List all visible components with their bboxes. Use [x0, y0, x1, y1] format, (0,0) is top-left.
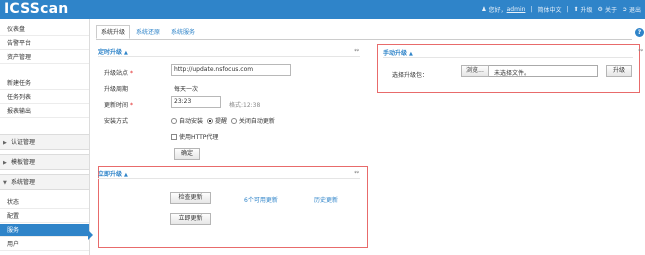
sidebar-item-alerts[interactable]: 告警平台 — [0, 37, 89, 50]
sidebar-item-config[interactable]: 配置 — [0, 210, 89, 223]
sidebar-item-service[interactable]: 服务 — [0, 224, 89, 237]
sidebar-group-system[interactable]: ▼ 系统管理 — [0, 174, 89, 190]
immediate-upgrade-title[interactable]: 立即升级 ▲ — [98, 169, 128, 178]
cycle-value: 每天一次 — [174, 86, 199, 93]
pin-icon[interactable]: ↭ — [354, 47, 359, 54]
about-link[interactable]: 关于 — [605, 5, 617, 14]
username-link[interactable]: admin — [507, 6, 526, 13]
separator: | — [530, 6, 533, 13]
user-icon: ♟ — [481, 6, 487, 13]
sidebar-group-templates[interactable]: ▶ 模板管理 — [0, 154, 89, 170]
app-logo: ICSScan — [4, 1, 69, 17]
tab-system-service[interactable]: 系统服务 — [166, 25, 200, 39]
top-menu: ♟ 您好， admin | 简体中文 | ⬆ 升级 ⚙ 关于 ➲ 退出 — [481, 5, 641, 14]
radio-auto-install[interactable] — [171, 118, 177, 124]
proxy-checkbox[interactable] — [171, 134, 177, 140]
about-icon: ⚙ — [597, 6, 603, 13]
sidebar-item-status[interactable]: 状态 — [0, 196, 89, 209]
method-label: 安装方式 — [104, 118, 129, 125]
sidebar-group-label: 认证管理 — [11, 139, 36, 146]
immediate-upgrade-label: 立即升级 — [98, 171, 123, 178]
confirm-button[interactable]: 确定 — [174, 148, 200, 160]
tab-divider — [96, 39, 632, 40]
upgrade-link[interactable]: 升级 — [581, 5, 593, 14]
no-file-text: 未选择文件。 — [494, 70, 531, 77]
help-icon[interactable]: ? — [635, 28, 644, 37]
chevron-right-icon: ▶ — [3, 160, 7, 166]
time-input[interactable]: 23:23 — [171, 96, 221, 108]
upgrade-button[interactable]: 升级 — [606, 65, 632, 77]
chevron-down-icon: ▼ — [3, 180, 7, 186]
radio-remind-label: 提醒 — [214, 118, 227, 125]
sidebar-group-label: 模板管理 — [11, 159, 36, 166]
tab-system-upgrade[interactable]: 系统升级 — [96, 25, 131, 39]
sidebar-item-assets[interactable]: 资产管理 — [0, 51, 89, 64]
time-label: 更新时间 * — [104, 102, 134, 109]
main-content: 系统升级 系统还原 系统服务 ? 定时升级 ▲ ↭ 升级站点 * http://up… — [92, 19, 645, 255]
logout-icon: ➲ — [621, 6, 627, 13]
top-bar: ICSScan ♟ 您好， admin | 简体中文 | ⬆ 升级 ⚙ 关于 ➲… — [0, 0, 645, 19]
browse-button[interactable]: 浏览... — [461, 65, 489, 77]
sidebar-group-label: 系统管理 — [11, 179, 36, 186]
language-selector[interactable]: 简体中文 — [537, 5, 561, 14]
proxy-option: 使用HTTP代理 — [171, 132, 218, 141]
radio-auto-install-label: 自动安装 — [179, 118, 204, 125]
sidebar-item-task-list[interactable]: 任务列表 — [0, 91, 89, 104]
time-format-hint: 格式:12:38 — [229, 102, 261, 109]
scheduled-upgrade-label: 定时升级 — [98, 49, 123, 56]
manual-upgrade-label: 手动升级 — [383, 50, 408, 57]
sidebar-item-new-task[interactable]: 新建任务 — [0, 77, 89, 90]
tab-bar: 系统升级 系统还原 系统服务 — [96, 25, 201, 39]
scheduled-upgrade-title[interactable]: 定时升级 ▲ — [98, 47, 128, 56]
section-divider — [98, 56, 360, 57]
pin-icon[interactable]: ↭ — [638, 47, 643, 54]
manual-upgrade-title[interactable]: 手动升级 ▲ — [383, 48, 413, 57]
site-input[interactable]: http://update.nsfocus.com — [171, 64, 291, 76]
radio-disable-auto-label: 关闭自动更新 — [238, 118, 275, 125]
proxy-checkbox-label: 使用HTTP代理 — [179, 134, 219, 141]
cycle-label: 升级周期 — [104, 86, 129, 93]
sidebar-group-auth[interactable]: ▶ 认证管理 — [0, 134, 89, 150]
sidebar-item-reports[interactable]: 报表输出 — [0, 105, 89, 118]
available-updates-link[interactable]: 6个可用更新 — [244, 195, 278, 204]
package-label: 选择升级包： — [392, 72, 429, 79]
sidebar-item-users[interactable]: 用户 — [0, 238, 89, 251]
section-divider — [98, 178, 360, 179]
section-divider — [383, 57, 633, 58]
separator: | — [566, 6, 569, 13]
update-now-button[interactable]: 立即更新 — [170, 213, 211, 225]
method-radio-group: 自动安装 提醒 关闭自动更新 — [171, 116, 275, 125]
radio-disable-auto[interactable] — [230, 118, 237, 124]
logout-link[interactable]: 退出 — [629, 5, 641, 14]
sidebar-item-dashboard[interactable]: 仪表盘 — [0, 23, 89, 36]
update-history-link[interactable]: 历史更新 — [314, 195, 338, 204]
pin-icon[interactable]: ↭ — [354, 169, 359, 176]
tab-system-restore[interactable]: 系统还原 — [131, 25, 165, 39]
radio-remind[interactable] — [206, 118, 213, 124]
sidebar: 仪表盘 告警平台 资产管理 新建任务 任务列表 报表输出 ▶ 认证管理 ▶ 模板管理… — [0, 19, 90, 255]
check-update-button[interactable]: 检查更新 — [170, 192, 211, 204]
chevron-right-icon: ▶ — [3, 140, 7, 146]
user-greeting: 您好， — [488, 7, 507, 14]
upgrade-icon: ⬆ — [573, 6, 579, 13]
site-label: 升级站点 * — [104, 70, 134, 77]
